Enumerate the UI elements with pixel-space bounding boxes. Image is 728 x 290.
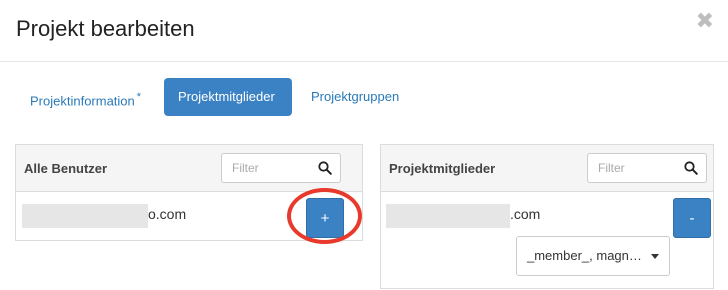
tab-label: Projektgruppen — [311, 89, 400, 104]
user-email: o.com — [148, 206, 187, 222]
tab-label: Projektinformation — [30, 93, 135, 109]
role-select-value: _member_, magn… — [527, 248, 642, 263]
tab-projektinformation[interactable]: Projektinformation * — [16, 78, 156, 116]
members-title: Projektmitglieder — [389, 161, 496, 176]
search-icon[interactable] — [684, 161, 698, 175]
close-icon[interactable]: ✖ — [696, 10, 714, 32]
tab-projektmitglieder[interactable]: Projektmitglieder — [164, 78, 292, 116]
all-users-panel: Alle Benutzer o.com + — [15, 144, 363, 241]
add-user-button[interactable]: + — [306, 198, 344, 238]
redacted-email — [386, 204, 510, 228]
member-email: .com — [510, 206, 541, 222]
all-users-title: Alle Benutzer — [24, 161, 108, 176]
remove-member-button[interactable]: - — [673, 198, 711, 238]
tab-projektgruppen[interactable]: Projektgruppen — [297, 78, 417, 116]
members-filter[interactable] — [587, 153, 707, 183]
required-marker: * — [136, 91, 142, 103]
search-icon[interactable] — [318, 161, 332, 175]
member-list-item: .com - _member_, magn… — [381, 191, 713, 290]
user-list-item: o.com + — [16, 191, 362, 242]
modal-header: Projekt bearbeiten ✖ — [0, 0, 728, 62]
modal-title: Projekt bearbeiten — [16, 16, 195, 41]
role-select[interactable]: _member_, magn… — [516, 236, 670, 276]
all-users-filter[interactable] — [221, 153, 341, 183]
redacted-email — [22, 204, 148, 228]
all-users-filter-input[interactable] — [222, 154, 322, 182]
members-panel: Projektmitglieder .com - _member_, magn… — [380, 144, 714, 289]
members-header: Projektmitglieder — [381, 145, 713, 192]
all-users-header: Alle Benutzer — [16, 145, 362, 192]
members-filter-input[interactable] — [588, 154, 688, 182]
caret-down-icon — [651, 254, 659, 259]
tab-label: Projektmitglieder — [178, 89, 275, 104]
